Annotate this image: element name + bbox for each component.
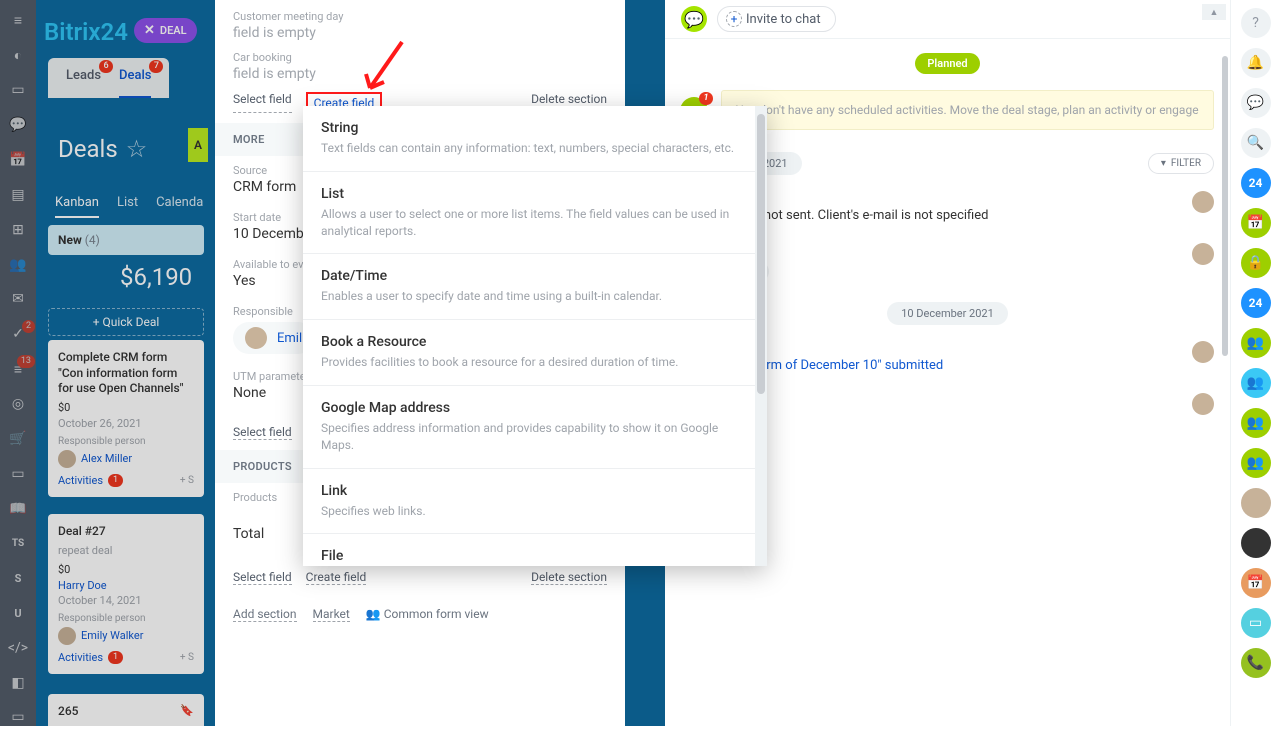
field-type-option[interactable]: StringText fields can contain any inform…: [303, 106, 767, 172]
plus-icon[interactable]: +: [726, 11, 742, 27]
b24-icon[interactable]: 24: [1241, 288, 1271, 318]
group-icon[interactable]: 👥: [1241, 448, 1271, 478]
field-type-option[interactable]: Book a ResourceProvides facilities to bo…: [303, 320, 767, 386]
avatar[interactable]: [1241, 488, 1271, 518]
app-icon[interactable]: ▭: [1241, 608, 1271, 638]
lock-icon[interactable]: 🔒: [1241, 248, 1271, 278]
bell-icon[interactable]: 🔔: [1241, 48, 1271, 78]
calendar-icon[interactable]: 📅: [1241, 208, 1271, 238]
delete-section-link[interactable]: Delete section: [531, 570, 607, 585]
field-type-option[interactable]: Date/TimeEnables a user to specify date …: [303, 254, 767, 320]
b24-icon[interactable]: 24: [1241, 168, 1271, 198]
search-icon[interactable]: 🔍: [1241, 128, 1271, 158]
date-pill: 10 December 2021: [887, 302, 1008, 325]
planned-badge: Planned: [915, 53, 979, 74]
select-field-link[interactable]: Select field: [233, 570, 292, 585]
field-type-option[interactable]: Google Map addressSpecifies address info…: [303, 386, 767, 469]
funnel-icon: ▾: [1161, 158, 1166, 169]
avatar: [1192, 243, 1214, 265]
scrollbar[interactable]: [755, 106, 767, 566]
avatar: [1192, 393, 1214, 415]
market-link[interactable]: Market: [313, 607, 350, 622]
field-type-option[interactable]: ListAllows a user to select one or more …: [303, 172, 767, 255]
group-icon[interactable]: 👥: [1241, 328, 1271, 358]
group-icon[interactable]: 👥: [1241, 408, 1271, 438]
chat-icon[interactable]: 💬: [1241, 88, 1271, 118]
field-type-dropdown: StringText fields can contain any inform…: [303, 106, 767, 566]
create-field-link[interactable]: Create field: [306, 570, 367, 585]
avatar: [245, 327, 267, 349]
scrollbar[interactable]: [1222, 56, 1230, 696]
add-section-link[interactable]: Add section: [233, 607, 297, 622]
chat-icon[interactable]: 💬: [681, 6, 707, 32]
common-form-link[interactable]: 👥 Common form view: [366, 607, 489, 622]
filter-button[interactable]: ▾FILTER: [1148, 153, 1214, 174]
avatar[interactable]: [1241, 528, 1271, 558]
invite-to-chat[interactable]: +Invite to chat: [717, 6, 836, 32]
scroll-up-icon[interactable]: ▲: [1202, 4, 1226, 20]
calendar-icon[interactable]: 📅: [1241, 568, 1271, 598]
avatar: [1192, 191, 1214, 213]
help-icon[interactable]: ?: [1241, 8, 1271, 38]
field-type-option[interactable]: LinkSpecifies web links.: [303, 469, 767, 535]
responsible-chip[interactable]: Emil: [233, 322, 314, 354]
right-rail: ? 🔔 💬 🔍 24 📅 🔒 24 👥 👥 👥 👥 📅 ▭ 📞: [1230, 0, 1280, 726]
avatar: [1192, 341, 1214, 363]
select-field-link[interactable]: Select field: [233, 92, 292, 113]
chevron-down-icon[interactable]: ⌄: [515, 554, 555, 566]
activity-alert: i1 You don't have any scheduled activiti…: [721, 90, 1214, 130]
group-icon[interactable]: 👥: [1241, 368, 1271, 398]
annotation-arrow: [360, 38, 408, 102]
select-field-link[interactable]: Select field: [233, 425, 292, 440]
phone-icon[interactable]: 📞: [1241, 648, 1271, 678]
